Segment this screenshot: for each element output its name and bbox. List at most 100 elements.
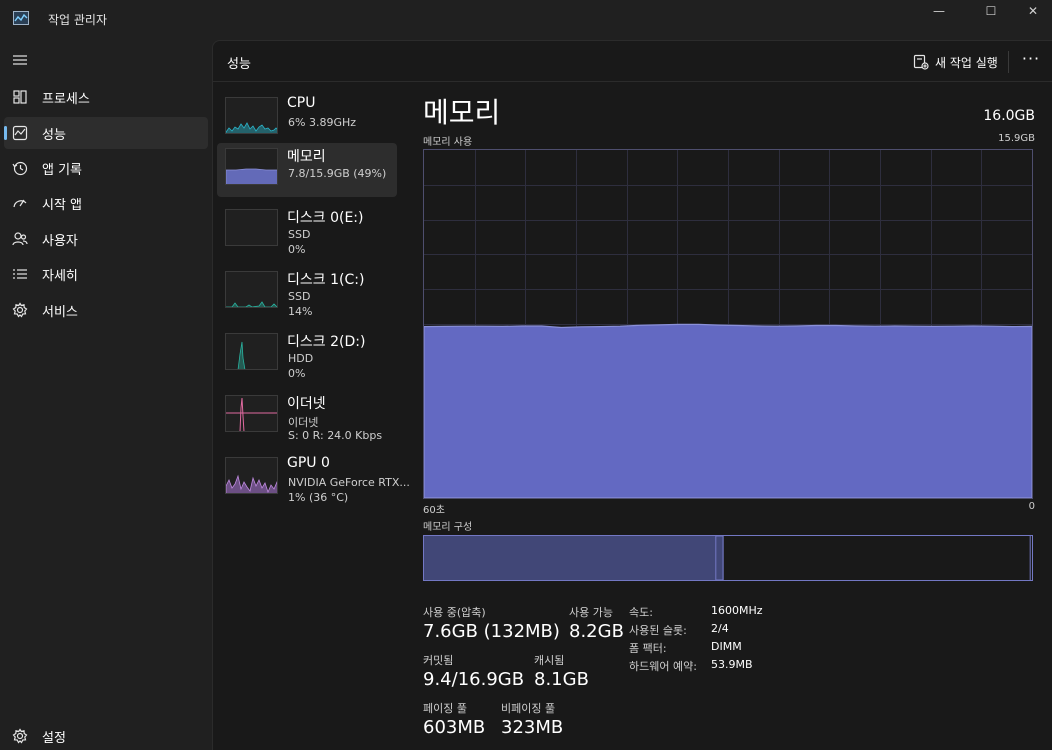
spec-slots-value: 2/4 <box>711 622 729 635</box>
nav-item-startup-apps[interactable]: 시작 앱 <box>4 187 208 219</box>
ethernet-thumbnail-graph <box>225 395 278 432</box>
title-bar: 작업 관리자 — ☐ ✕ <box>0 0 1052 40</box>
resource-item-disk-2[interactable]: 디스크 2(D:) HDD 0% <box>217 328 397 382</box>
resource-detail: 7.8/15.9GB (49%) <box>288 167 387 180</box>
app-history-icon <box>12 160 28 176</box>
resource-detail: 14% <box>288 305 313 318</box>
nav-item-performance[interactable]: 성능 <box>4 117 208 149</box>
composition-in-use <box>424 536 716 580</box>
services-icon <box>12 302 28 318</box>
resource-name: GPU 0 <box>287 455 330 471</box>
cached-value: 8.1GB <box>534 669 589 690</box>
nonpaged-pool-label: 비페이징 풀 <box>501 702 556 715</box>
total-memory: 16.0GB <box>983 108 1035 124</box>
nav-item-label: 사용자 <box>42 234 78 249</box>
nav-item-label: 성능 <box>42 128 66 143</box>
resource-detail: S: 0 R: 24.0 Kbps <box>288 429 383 442</box>
resource-detail: HDD <box>288 352 314 365</box>
nav-item-label: 설정 <box>42 731 66 746</box>
resource-detail: NVIDIA GeForce RTX... <box>288 476 410 489</box>
detail-title: 메모리 <box>423 96 501 129</box>
nav-item-label: 시작 앱 <box>42 198 83 213</box>
memory-usage-area <box>423 323 1033 499</box>
more-options-button[interactable]: ··· <box>1021 51 1041 69</box>
nav-item-settings[interactable]: 설정 <box>4 720 208 750</box>
spec-speed-value: 1600MHz <box>711 604 763 617</box>
available-value: 8.2GB <box>569 621 624 642</box>
nav-item-label: 자세히 <box>42 269 78 284</box>
main-content: 성능 새 작업 실행 ··· CPU 6% 3.89GHz 메모리 7.8/15… <box>212 40 1052 750</box>
active-indicator <box>4 126 7 140</box>
close-button[interactable]: ✕ <box>1010 0 1052 24</box>
nav-item-processes[interactable]: 프로세스 <box>4 81 208 113</box>
nav-item-app-history[interactable]: 앱 기록 <box>4 152 208 184</box>
cached-label: 캐시됨 <box>534 654 565 667</box>
memory-thumbnail-graph <box>225 148 278 185</box>
resource-item-disk-1[interactable]: 디스크 1(C:) SSD 14% <box>217 266 397 320</box>
settings-icon <box>12 728 28 744</box>
resource-item-gpu-0[interactable]: GPU 0 NVIDIA GeForce RTX... 1% (36 °C) <box>217 452 410 506</box>
resource-item-memory[interactable]: 메모리 7.8/15.9GB (49%) <box>217 143 397 197</box>
run-new-task-label: 새 작업 실행 <box>935 56 998 70</box>
resource-detail: 6% 3.89GHz <box>288 116 357 129</box>
processes-icon <box>12 89 28 105</box>
gpu-0-thumbnail-graph <box>225 457 278 494</box>
spec-slots-key: 사용된 슬롯: <box>629 624 687 637</box>
resource-detail: SSD <box>288 228 311 241</box>
graph-axis-start: 60초 <box>423 505 445 516</box>
run-new-task-icon <box>913 54 929 70</box>
resource-detail: 0% <box>288 367 306 380</box>
spec-form-factor-key: 폼 팩터: <box>629 642 667 655</box>
resource-detail: 1% (36 °C) <box>288 491 349 504</box>
spec-form-factor-value: DIMM <box>711 640 742 653</box>
disk-1-thumbnail-graph <box>225 271 278 308</box>
resource-name: 디스크 1(C:) <box>287 272 365 288</box>
users-icon <box>12 231 28 247</box>
nav-item-label: 서비스 <box>42 305 78 320</box>
cpu-thumbnail-graph <box>225 97 278 134</box>
nav-item-label: 프로세스 <box>42 92 90 107</box>
hamburger-menu-icon[interactable] <box>12 52 28 68</box>
in-use-value: 7.6GB (132MB) <box>423 621 560 642</box>
task-manager-app-icon <box>13 11 29 25</box>
resource-item-ethernet[interactable]: 이더넷 이더넷 S: 0 R: 24.0 Kbps <box>217 390 397 444</box>
maximize-button[interactable]: ☐ <box>968 0 1014 24</box>
nonpaged-pool-value: 323MB <box>501 717 564 738</box>
nav-item-services[interactable]: 서비스 <box>4 294 208 326</box>
memory-usage-graph <box>423 149 1033 499</box>
committed-value: 9.4/16.9GB <box>423 669 525 690</box>
startup-apps-icon <box>12 195 28 211</box>
resource-item-disk-0[interactable]: 디스크 0(E:) SSD 0% <box>217 204 397 258</box>
details-icon <box>12 266 28 282</box>
spec-hw-reserved-value: 53.9MB <box>711 658 753 671</box>
resource-detail: SSD <box>288 290 311 303</box>
graph-axis-end: 0 <box>1028 501 1035 512</box>
committed-label: 커밋됨 <box>423 654 454 667</box>
nav-item-users[interactable]: 사용자 <box>4 223 208 255</box>
page-header: 성능 새 작업 실행 ··· <box>213 41 1052 82</box>
resource-name: CPU <box>287 95 316 111</box>
resource-detail: 0% <box>288 243 306 256</box>
spec-hw-reserved-key: 하드웨어 예약: <box>629 660 697 673</box>
disk-2-thumbnail-graph <box>225 333 278 370</box>
header-divider <box>1008 51 1009 73</box>
memory-usage-max: 15.9GB <box>998 133 1035 144</box>
nav-item-details[interactable]: 자세히 <box>4 258 208 290</box>
resource-name: 디스크 2(D:) <box>287 334 366 350</box>
paged-pool-label: 페이징 풀 <box>423 702 467 715</box>
resource-item-cpu[interactable]: CPU 6% 3.89GHz <box>217 92 397 146</box>
resource-name: 메모리 <box>287 149 326 165</box>
available-label: 사용 가능 <box>569 606 613 619</box>
in-use-label: 사용 중(압축) <box>423 606 486 619</box>
memory-composition-label: 메모리 구성 <box>423 522 473 533</box>
page-title: 성능 <box>227 57 251 72</box>
window-title: 작업 관리자 <box>48 13 108 27</box>
memory-composition-bar <box>423 535 1033 581</box>
resource-name: 디스크 0(E:) <box>287 210 364 226</box>
minimize-button[interactable]: — <box>916 0 962 24</box>
resource-name: 이더넷 <box>287 396 326 412</box>
resource-detail: 이더넷 <box>288 416 319 429</box>
spec-speed-key: 속도: <box>629 606 653 619</box>
disk-0-thumbnail-graph <box>225 209 278 246</box>
nav-item-label: 앱 기록 <box>42 163 83 178</box>
